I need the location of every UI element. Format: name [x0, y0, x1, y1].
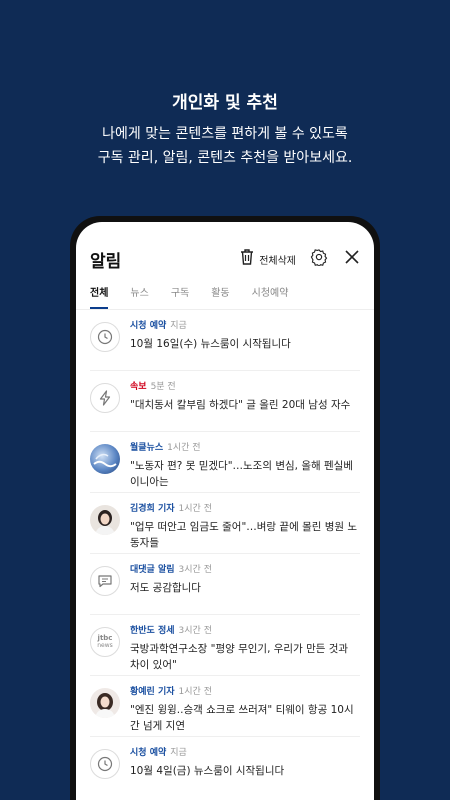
list-item[interactable]: 월클뉴스 1시간 전 "노동자 편? 못 믿겠다"…노조의 변심, 올해 펜실베이…	[90, 432, 360, 493]
list-item[interactable]: 시청 예약 지금 10월 4일(금) 뉴스룸이 시작됩니다	[90, 737, 360, 798]
comment-icon	[90, 566, 120, 596]
tab-news[interactable]: 뉴스	[130, 284, 148, 307]
jtbc-logo-text: jtbc	[97, 634, 113, 642]
phone-screen: 알림 전체삭제 전체 뉴스 구독 활동 시청예약 시청 예약 지금 10월 16…	[76, 222, 374, 800]
notification-time: 5분 전	[150, 382, 176, 392]
list-item[interactable]: 속보 5분 전 "대치동서 칼부림 하겠다" 글 올린 20대 남성 자수	[90, 371, 360, 432]
list-item[interactable]: 시청 예약 지금 10월 16일(수) 뉴스룸이 시작됩니다	[90, 310, 360, 371]
notification-text: "노동자 편? 못 믿겠다"…노조의 변심, 올해 펜실베이니아는	[130, 460, 353, 488]
notification-time: 1시간 전	[178, 687, 212, 697]
tab-bar: 전체 뉴스 구독 활동 시청예약	[76, 284, 374, 310]
delete-all-button[interactable]: 전체삭제	[239, 248, 296, 270]
news-thumbnail	[90, 444, 120, 474]
notification-source: 한반도 정세	[130, 626, 175, 636]
tab-activity[interactable]: 활동	[211, 284, 229, 307]
notification-time: 1시간 전	[178, 504, 212, 514]
notification-time: 3시간 전	[178, 626, 212, 636]
notification-source: 시청 예약	[130, 321, 167, 331]
notification-text: "업무 떠안고 임금도 줄어"…벼랑 끝에 몰린 병원 노동자들	[130, 521, 358, 549]
clock-icon	[90, 749, 120, 779]
news-logo-text: news	[97, 642, 113, 649]
notification-source: 김경희 기자	[130, 504, 175, 514]
notification-time: 지금	[170, 748, 187, 758]
notification-source: 시청 예약	[130, 748, 167, 758]
phone-frame: 알림 전체삭제 전체 뉴스 구독 활동 시청예약 시청 예약 지금 10월 16…	[70, 216, 380, 800]
notification-time: 지금	[170, 321, 187, 331]
promo-subtitle: 나에게 맞는 콘텐츠를 편하게 볼 수 있도록 구독 관리, 알림, 콘텐츠 추…	[0, 122, 450, 170]
promo-subtitle-line1: 나에게 맞는 콘텐츠를 편하게 볼 수 있도록	[102, 126, 348, 142]
jtbc-news-logo: jtbc news	[90, 627, 120, 657]
list-item[interactable]: 황예린 기자 1시간 전 "엔진 윙윙..승객 쇼크로 쓰러져" 티웨이 항공 1…	[90, 676, 360, 737]
notification-text: 10월 4일(금) 뉴스룸이 시작됩니다	[130, 765, 285, 777]
promo-subtitle-line2: 구독 관리, 알림, 콘텐츠 추천을 받아보세요.	[97, 150, 353, 166]
close-icon	[344, 249, 360, 269]
delete-all-label: 전체삭제	[259, 255, 296, 267]
list-item[interactable]: jtbc news 한반도 정세 3시간 전 국방과학연구소장 "평양 무인기, …	[90, 615, 360, 676]
notification-time: 1시간 전	[167, 443, 201, 453]
clock-icon	[90, 322, 120, 352]
notification-source: 황예린 기자	[130, 687, 175, 697]
gear-icon	[310, 248, 328, 270]
notification-source: 월클뉴스	[130, 443, 164, 453]
page-title: 알림	[90, 251, 122, 272]
notification-text: 10월 16일(수) 뉴스룸이 시작됩니다	[130, 338, 291, 350]
close-button[interactable]	[344, 249, 360, 269]
reporter-avatar	[90, 688, 120, 718]
notification-text: "대치동서 칼부림 하겠다" 글 올린 20대 남성 자수	[130, 399, 351, 411]
tab-all[interactable]: 전체	[90, 284, 109, 309]
list-item[interactable]: 김경희 기자 1시간 전 "업무 떠안고 임금도 줄어"…벼랑 끝에 몰린 병원 …	[90, 493, 360, 554]
notification-source: 대댓글 알림	[130, 565, 175, 575]
notification-text: 저도 공감합니다	[130, 582, 201, 594]
notification-text: "엔진 윙윙..승객 쇼크로 쓰러져" 티웨이 항공 10시간 넘게 지연	[130, 704, 354, 732]
promo-title: 개인화 및 추천	[172, 93, 278, 113]
notification-list: 시청 예약 지금 10월 16일(수) 뉴스룸이 시작됩니다 속보 5분 전 "대치…	[76, 310, 374, 798]
tab-reservation[interactable]: 시청예약	[252, 284, 289, 307]
settings-button[interactable]	[310, 248, 328, 270]
trash-icon	[239, 248, 255, 270]
notification-time: 3시간 전	[178, 565, 212, 575]
notification-text: 국방과학연구소장 "평양 무인기, 우리가 만든 것과 차이 있어"	[130, 643, 349, 671]
notification-source: 속보	[130, 382, 147, 392]
app-header: 알림 전체삭제	[76, 234, 374, 284]
reporter-avatar	[90, 505, 120, 535]
list-item[interactable]: 대댓글 알림 3시간 전 저도 공감합니다	[90, 554, 360, 615]
tab-subscription[interactable]: 구독	[171, 284, 189, 307]
lightning-icon	[90, 383, 120, 413]
